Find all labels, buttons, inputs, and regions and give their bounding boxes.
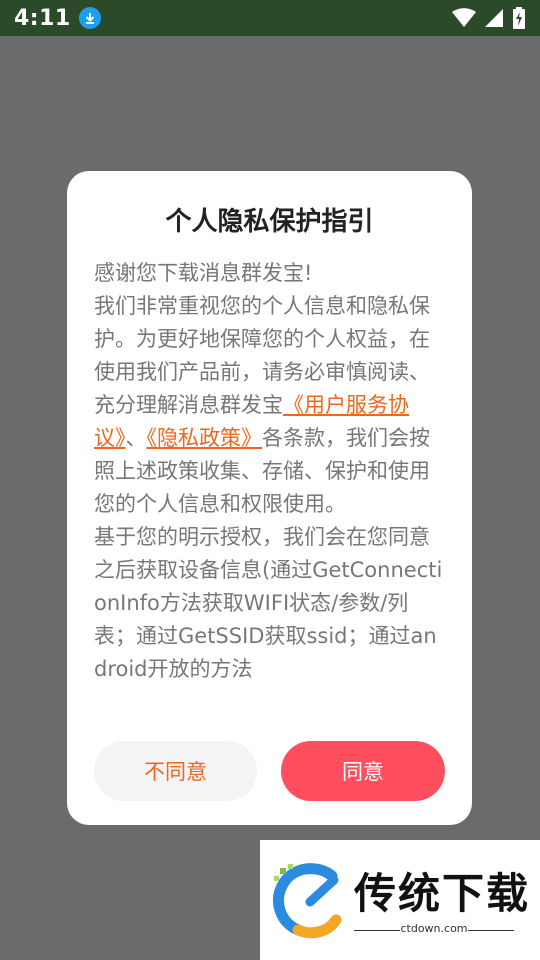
watermark-url: ctdown.com	[400, 922, 468, 935]
download-icon	[78, 7, 101, 29]
watermark-divider	[468, 930, 514, 931]
body-paragraph-3: 基于您的明示授权，我们会在您同意之后获取设备信息(通过GetConnection…	[94, 525, 443, 681]
body-paragraph-2: 我们非常重视您的个人信息和隐私保护。为更好地保障您的个人权益，在使用我们产品前，…	[94, 290, 444, 521]
dialog-title: 个人隐私保护指引	[165, 207, 374, 237]
agree-button[interactable]: 同意	[281, 741, 445, 801]
body-paragraph-1: 感谢您下载消息群发宝!	[94, 261, 313, 285]
dialog-body-scroll[interactable]: 感谢您下载消息群发宝! 我们非常重视您的个人信息和隐私保护。为更好地保障您的个人…	[94, 257, 444, 791]
disagree-button[interactable]: 不同意	[94, 741, 257, 801]
privacy-policy-link[interactable]: 《隐私政策》	[147, 426, 263, 450]
separator-text: 、	[125, 426, 147, 450]
privacy-dialog: 个人隐私保护指引 感谢您下载消息群发宝! 我们非常重视您的个人信息和隐私保护。为…	[67, 171, 472, 825]
watermark: 传统下载 ctdown.com	[260, 840, 540, 960]
status-icons	[452, 7, 526, 29]
ctdown-logo-icon	[273, 863, 342, 939]
battery-charging-icon	[513, 7, 525, 29]
watermark-brand: 传统下载	[354, 869, 531, 918]
wifi-icon	[452, 8, 476, 27]
status-time: 4:11	[14, 5, 71, 31]
signal-icon	[485, 9, 503, 27]
status-bar: 4:11	[0, 0, 540, 36]
